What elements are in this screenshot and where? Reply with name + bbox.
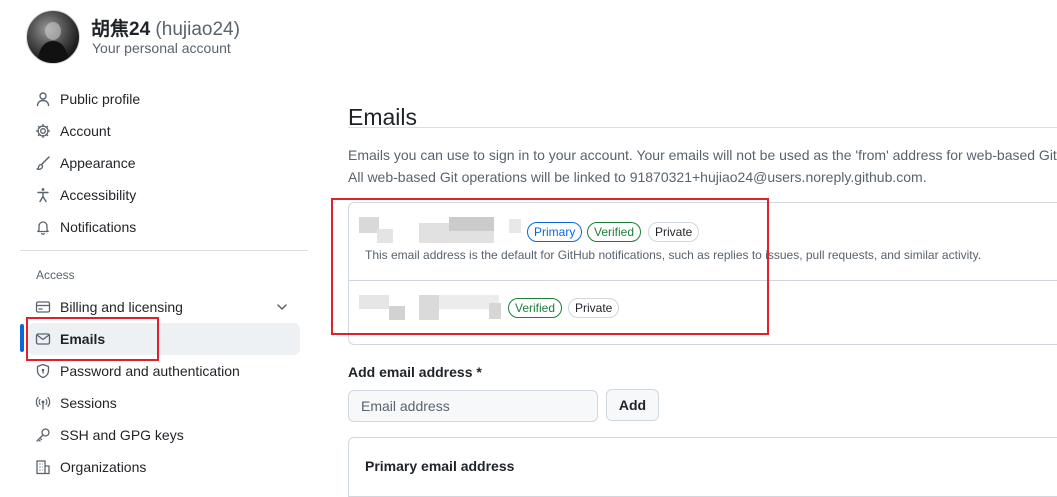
email-address-input[interactable] <box>348 390 598 422</box>
credit-card-icon <box>35 299 51 315</box>
paintbrush-icon <box>35 155 51 171</box>
sidebar-item-appearance[interactable]: Appearance <box>28 147 300 179</box>
add-email-button[interactable]: Add <box>606 389 659 421</box>
primary-email-section: Primary email address <box>348 437 1057 497</box>
person-icon <box>35 91 51 107</box>
verified-badge: Verified <box>508 298 563 318</box>
sidebar-item-billing[interactable]: Billing and licensing <box>28 291 300 323</box>
verified-badge: Verified <box>587 222 642 242</box>
shield-lock-icon <box>35 363 51 379</box>
sidebar-item-label: Account <box>60 123 111 139</box>
broadcast-icon <box>35 395 51 411</box>
emails-description-line2: All web-based Git operations will be lin… <box>348 169 927 185</box>
gear-icon <box>35 123 51 139</box>
sidebar-item-label: SSH and GPG keys <box>60 427 184 443</box>
primary-badge: Primary <box>527 222 583 242</box>
sidebar-item-label: Billing and licensing <box>60 299 183 315</box>
row-divider <box>349 280 1057 281</box>
sidebar-divider <box>20 250 308 251</box>
sidebar-item-label: Appearance <box>60 155 136 171</box>
sidebar-item-label: Emails <box>60 331 106 347</box>
sidebar-item-notifications[interactable]: Notifications <box>28 211 300 243</box>
active-indicator <box>20 324 24 352</box>
title-divider <box>348 127 1057 128</box>
sidebar-item-label: Accessibility <box>60 187 137 203</box>
login-name: (hujiao24) <box>155 19 240 40</box>
key-icon <box>35 427 51 443</box>
redacted-email <box>359 295 389 309</box>
private-badge: Private <box>568 298 620 318</box>
sidebar-item-password[interactable]: Password and authentication <box>28 355 300 387</box>
emails-description-line1: Emails you can use to sign in to your ac… <box>348 147 1057 163</box>
sidebar-item-emails[interactable]: Emails <box>28 323 300 355</box>
sidebar-item-label: Sessions <box>60 395 117 411</box>
account-name[interactable]: 胡焦24 (hujiao24) <box>91 14 240 41</box>
private-badge: Private <box>648 222 700 242</box>
mail-icon <box>35 331 51 347</box>
primary-email-title: Primary email address <box>365 458 515 474</box>
sidebar-item-accessibility[interactable]: Accessibility <box>28 179 300 211</box>
sidebar-item-public-profile[interactable]: Public profile <box>28 83 300 115</box>
add-email-label: Add email address * <box>348 364 482 380</box>
chevron-down-icon[interactable] <box>274 299 290 315</box>
avatar[interactable] <box>26 10 80 64</box>
accessibility-icon <box>35 187 51 203</box>
display-name: 胡焦24 <box>91 19 151 40</box>
organization-icon <box>35 459 51 475</box>
sidebar-item-sessions[interactable]: Sessions <box>28 387 300 419</box>
sidebar-item-organizations[interactable]: Organizations <box>28 451 300 483</box>
redacted-email <box>359 217 379 233</box>
sidebar-item-label: Password and authentication <box>60 363 240 379</box>
primary-email-note: This email address is the default for Gi… <box>365 248 982 262</box>
account-subtitle: Your personal account <box>92 40 231 56</box>
email-list: Primary Verified Private This email addr… <box>348 202 1057 345</box>
sidebar-item-account[interactable]: Account <box>28 115 300 147</box>
sidebar-heading-access: Access <box>36 268 75 282</box>
sidebar-item-ssh-gpg[interactable]: SSH and GPG keys <box>28 419 300 451</box>
sidebar-item-label: Public profile <box>60 91 141 107</box>
bell-icon <box>35 219 51 235</box>
sidebar-item-label: Notifications <box>60 219 137 235</box>
sidebar-item-label: Organizations <box>60 459 147 475</box>
